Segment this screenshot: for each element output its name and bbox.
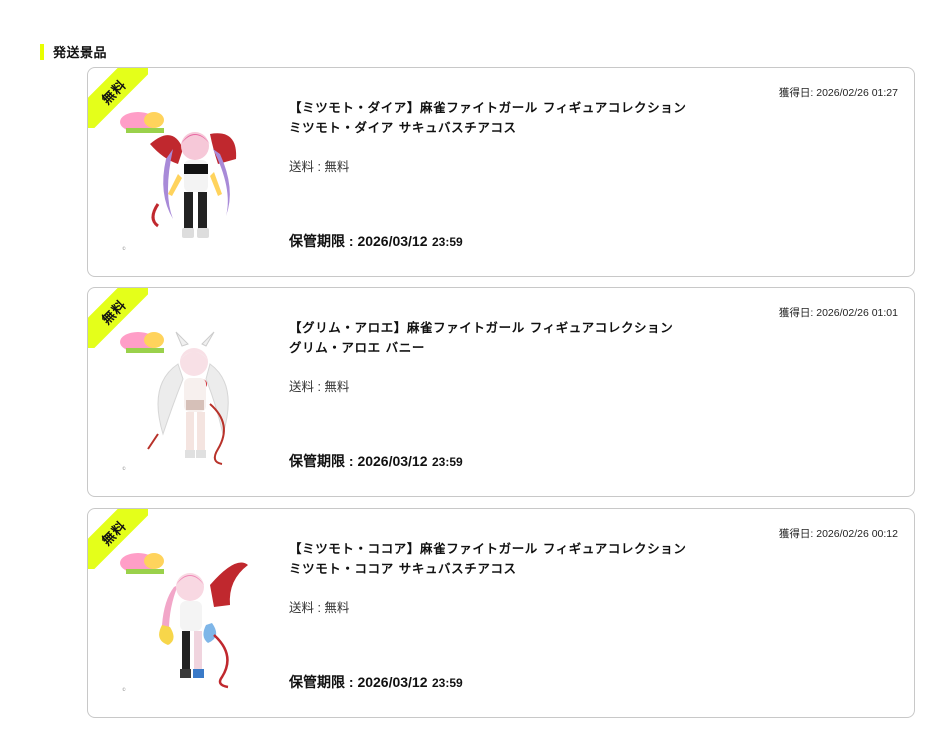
storage-deadline-date: 保管期限 : 2026/03/12 bbox=[289, 674, 428, 690]
acquired-date: 獲得日: 2026/02/26 01:27 bbox=[778, 87, 898, 99]
storage-deadline: 保管期限 : 2026/03/12 23:59 bbox=[289, 451, 463, 471]
storage-deadline-time: 23:59 bbox=[431, 676, 463, 690]
prize-card[interactable]: 無料 © 獲得日: 2026/02/26 00:12 【ミツモト・ココア】麻雀フ… bbox=[87, 508, 915, 718]
shipping-fee: 送料 : 無料 bbox=[289, 380, 350, 394]
figure-image[interactable]: © bbox=[118, 545, 268, 695]
free-ribbon-label: 無料 bbox=[99, 297, 130, 328]
figure-image[interactable]: © bbox=[118, 324, 268, 474]
figure-image[interactable]: © bbox=[118, 104, 268, 254]
svg-text:©: © bbox=[122, 466, 126, 471]
free-ribbon-label: 無料 bbox=[99, 518, 130, 549]
figure-image-dia-icon: © bbox=[118, 104, 268, 254]
acquired-date: 獲得日: 2026/02/26 01:01 bbox=[778, 307, 898, 319]
section-title: 発送景品 bbox=[53, 46, 108, 61]
figure-image-aloe-icon: © bbox=[118, 324, 268, 474]
section-accent-bar bbox=[40, 43, 44, 60]
figure-image-cocoa-icon: © bbox=[118, 545, 268, 695]
storage-deadline: 保管期限 : 2026/03/12 23:59 bbox=[289, 672, 463, 692]
page: 発送景品 無料 © 獲得日: 2026/02/26 01:27 【ミツモト・ダイ… bbox=[0, 0, 946, 732]
prize-title[interactable]: 【ミツモト・ダイア】麻雀ファイトガール フィギュアコレクション ミツモト・ダイア… bbox=[289, 98, 689, 138]
prize-title[interactable]: 【グリム・アロエ】麻雀ファイトガール フィギュアコレクション グリム・アロエ バ… bbox=[289, 318, 689, 358]
acquired-date: 獲得日: 2026/02/26 00:12 bbox=[778, 528, 898, 540]
shipping-fee: 送料 : 無料 bbox=[289, 160, 350, 174]
section-header: 発送景品 bbox=[40, 43, 108, 61]
svg-text:©: © bbox=[122, 687, 126, 692]
storage-deadline-date: 保管期限 : 2026/03/12 bbox=[289, 453, 428, 469]
free-ribbon-label: 無料 bbox=[99, 77, 130, 108]
storage-deadline-date: 保管期限 : 2026/03/12 bbox=[289, 233, 428, 249]
prize-card[interactable]: 無料 © bbox=[87, 67, 915, 277]
storage-deadline-time: 23:59 bbox=[431, 455, 463, 469]
storage-deadline-time: 23:59 bbox=[431, 235, 463, 249]
prize-title[interactable]: 【ミツモト・ココア】麻雀ファイトガール フィギュアコレクション ミツモト・ココア… bbox=[289, 539, 689, 579]
prize-card[interactable]: 無料 © bbox=[87, 287, 915, 497]
storage-deadline: 保管期限 : 2026/03/12 23:59 bbox=[289, 231, 463, 251]
shipping-fee: 送料 : 無料 bbox=[289, 601, 350, 615]
svg-text:©: © bbox=[122, 246, 126, 251]
